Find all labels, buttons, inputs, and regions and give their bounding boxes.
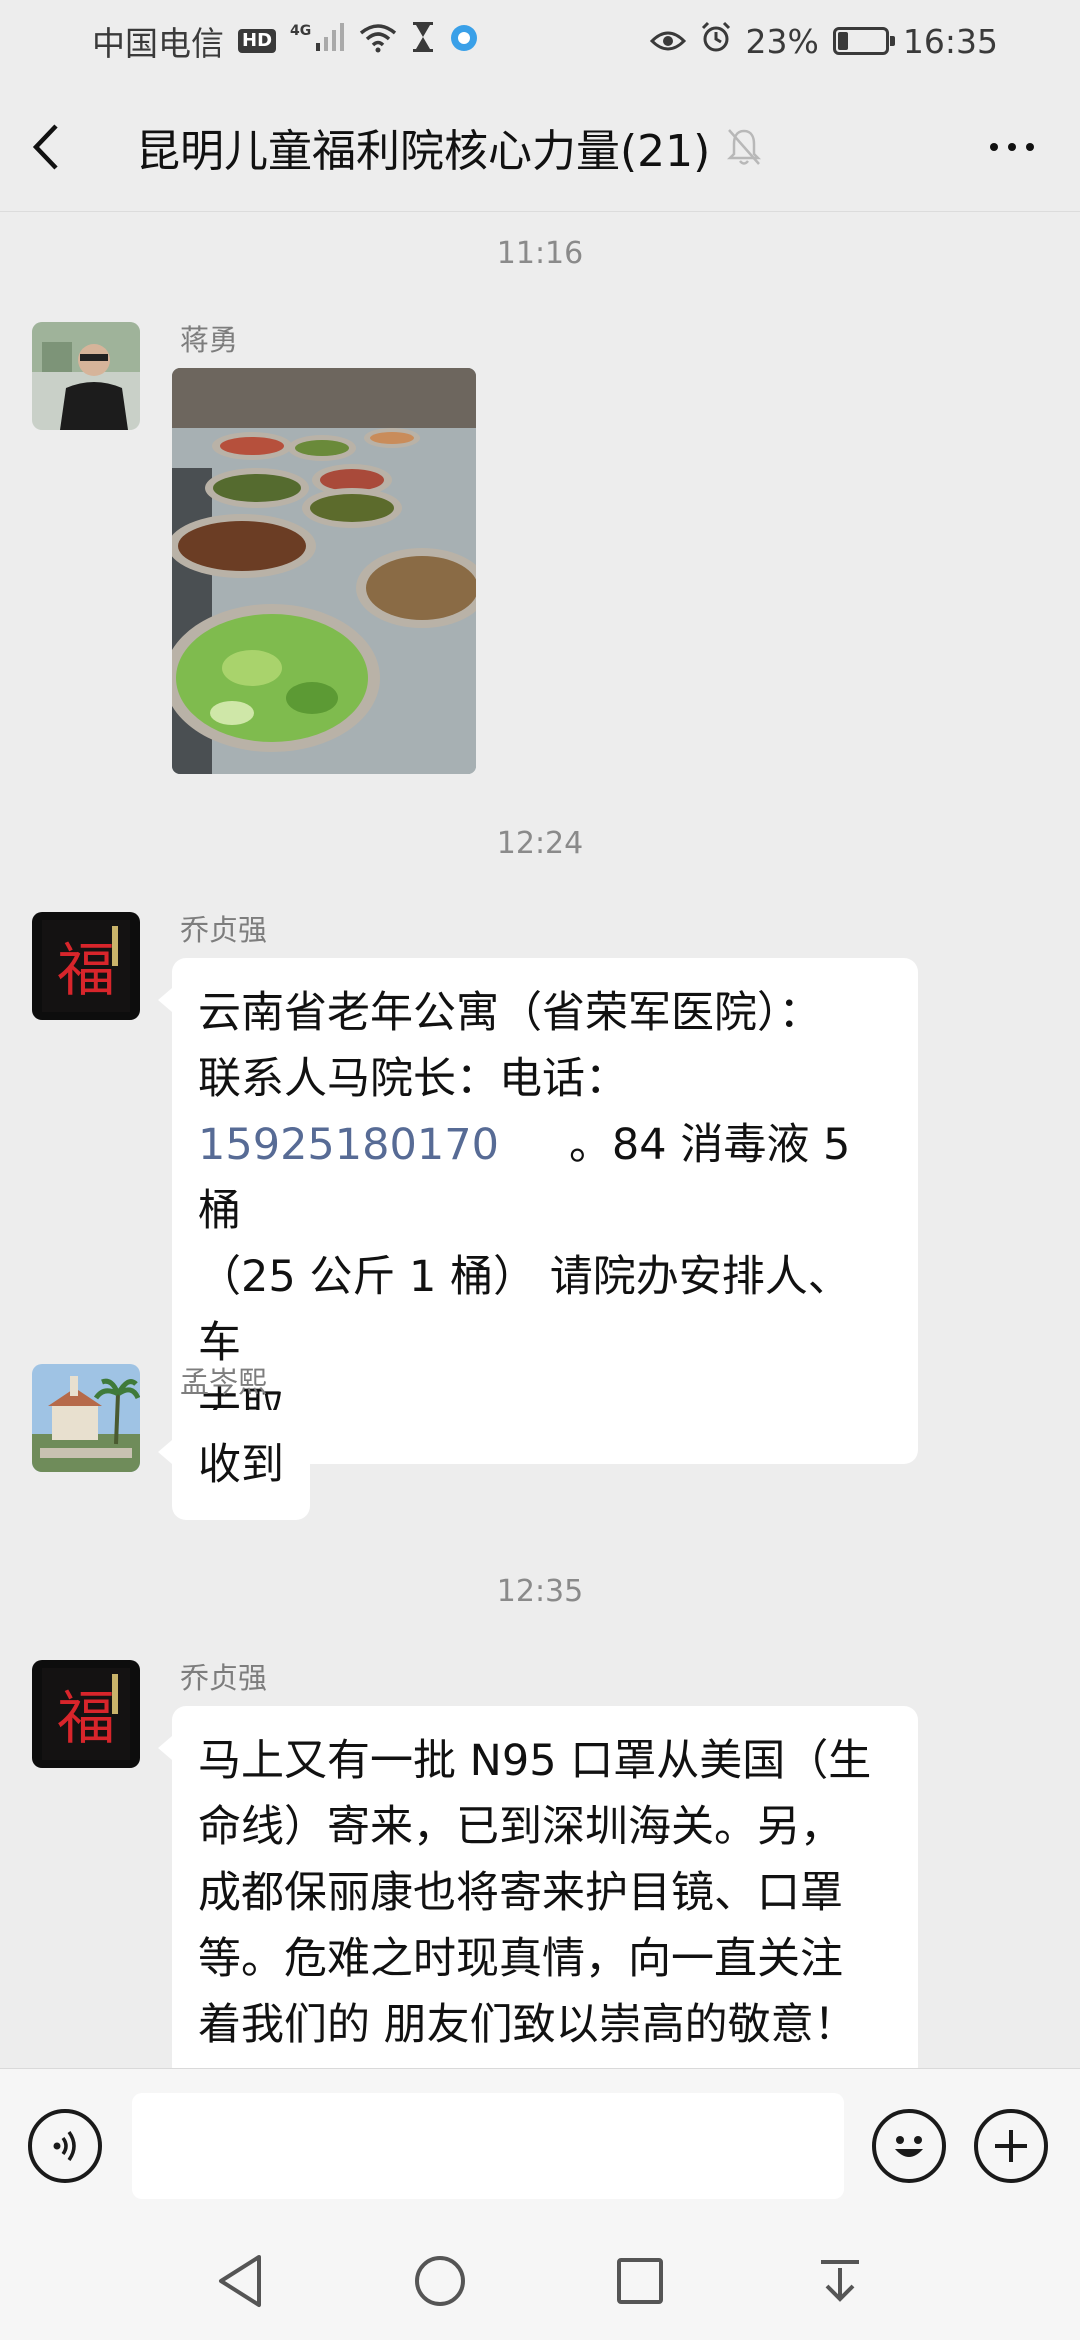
sender-name: 孟岑熙 [180, 1365, 268, 1399]
svg-text:福: 福 [57, 1684, 115, 1752]
nav-home-button[interactable] [400, 2241, 480, 2321]
avatar[interactable]: 福 [32, 1660, 140, 1768]
circle-home-icon [415, 2256, 465, 2306]
voice-icon [53, 2130, 76, 2161]
hourglass-icon [411, 21, 435, 61]
eye-icon [649, 22, 686, 61]
avatar[interactable]: 福 [32, 912, 140, 1020]
signal-icon [315, 21, 345, 61]
status-bar: 中国电信 HD 4G 23% 16:35 [0, 0, 1080, 82]
nav-back-button[interactable] [200, 2241, 280, 2321]
food-photo[interactable] [172, 368, 476, 774]
square-recents-icon [617, 2258, 663, 2304]
nav-notification-button[interactable] [800, 2241, 880, 2321]
sender-name: 蒋勇 [180, 323, 239, 357]
message-bubble[interactable]: 马上又有一批 N95 口罩从美国（生 命线）寄来，已到深圳海关。另， 成都保丽康… [158, 1706, 918, 2068]
svg-text:福: 福 [57, 936, 115, 1004]
timestamp: 12:24 [496, 826, 584, 861]
voice-button[interactable] [28, 2108, 102, 2183]
battery-percent: 23% [745, 21, 819, 61]
back-button[interactable] [30, 107, 86, 187]
battery-level-fill [837, 32, 849, 50]
clock: 16:35 [902, 21, 998, 61]
triangle-back-icon [219, 2255, 261, 2307]
timestamp: 11:16 [496, 236, 584, 271]
carrier-label: 中国电信 [92, 24, 224, 63]
message-input[interactable] [132, 2092, 844, 2199]
plus-icon [995, 2129, 1027, 2162]
bell-off-icon [726, 127, 762, 167]
timestamp: 12:35 [496, 1574, 584, 1609]
chevron-left-icon [32, 123, 58, 170]
emoji-icon [895, 2135, 923, 2157]
app-notification-icon [449, 22, 479, 61]
emoji-button[interactable] [872, 2108, 946, 2183]
input-bar [0, 2068, 1080, 2222]
wechat-chat-screen: 中国电信 HD 4G 23% 16:35 昆明儿童福利院核心力量(21) 11:… [0, 0, 1080, 2340]
chat-header: 昆明儿童福利院核心力量(21) [0, 82, 1080, 212]
pull-down-icon [821, 2260, 859, 2302]
avatar[interactable] [32, 322, 140, 430]
message-item: 蒋勇 [32, 322, 476, 774]
message-list[interactable]: 11:16 蒋勇 12:24 福 乔贞强 云南省老年公寓（省荣军医院）： 联系人… [0, 212, 1080, 2068]
network-type: 4G [290, 23, 312, 39]
hd-badge: HD [238, 29, 277, 53]
wifi-icon [359, 22, 397, 61]
message-item: 孟岑熙 收到 [32, 1364, 310, 1520]
sender-name: 乔贞强 [180, 913, 268, 947]
plus-button[interactable] [974, 2108, 1048, 2183]
message-bubble[interactable]: 收到 [158, 1410, 310, 1520]
system-nav-bar [0, 2222, 1080, 2340]
message-item: 福 乔贞强 马上又有一批 N95 口罩从美国（生 命线）寄来，已到深圳海关。另，… [32, 1660, 918, 2068]
avatar[interactable] [32, 1364, 140, 1472]
sender-name: 乔贞强 [180, 1661, 268, 1695]
alarm-icon [700, 21, 732, 61]
more-dots-icon[interactable] [974, 123, 1050, 171]
phone-link[interactable]: 15925180170 [198, 1120, 499, 1170]
nav-recents-button[interactable] [600, 2241, 680, 2321]
battery-icon [832, 27, 895, 55]
chat-title[interactable]: 昆明儿童福利院核心力量(21) [136, 115, 710, 179]
